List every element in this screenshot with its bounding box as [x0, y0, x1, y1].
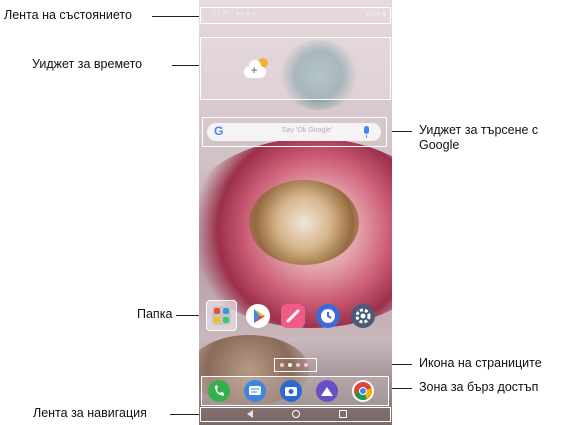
callout-google-search-line1: Уиджет за търсене с [419, 123, 539, 137]
callout-page-icon: Икона на страниците [419, 356, 542, 370]
callout-status-bar: Лента на състоянието [4, 8, 132, 22]
battery-icon: ▮ [382, 12, 386, 18]
callout-folder: Папка [137, 307, 173, 321]
folder[interactable] [206, 300, 237, 331]
phone-screen: 12:30 ● ▪ ▲ ▪ 100% ▮ + G Say 'Ok Google' [199, 0, 392, 425]
google-logo-icon: G [214, 124, 224, 138]
home-icon[interactable] [292, 410, 300, 418]
callout-navigation-bar: Лента за навигация [33, 406, 147, 420]
microphone-icon[interactable] [364, 126, 369, 138]
status-time: 12:30 [213, 11, 230, 17]
search-placeholder: Say 'Ok Google' [282, 127, 333, 134]
settings-icon[interactable] [351, 304, 375, 328]
battery-percent: 100% [365, 12, 382, 18]
play-store-icon[interactable] [246, 304, 270, 328]
navigation-bar [200, 407, 391, 422]
add-weather-icon: + [251, 65, 258, 77]
page-dot [288, 363, 292, 367]
callout-quick-access: Зона за бърз достъп [419, 380, 539, 394]
gallery-icon[interactable] [316, 380, 338, 402]
recent-apps-icon[interactable] [339, 410, 347, 418]
notes-icon[interactable] [281, 304, 305, 328]
page-dot [296, 363, 300, 367]
notification-icons: ● ▪ ▲ ▪ [236, 11, 255, 17]
phone-icon[interactable] [208, 380, 230, 402]
page-indicator[interactable] [274, 358, 317, 372]
battery-indicator: 100% ▮ [366, 11, 386, 18]
messages-icon[interactable] [244, 380, 266, 402]
clock-icon[interactable] [316, 304, 340, 328]
callout-weather-widget: Уиджет за времето [32, 57, 143, 71]
page-dot [304, 363, 308, 367]
callout-line-quick-access [390, 388, 412, 389]
folder-icon [212, 306, 231, 325]
home-app-row [199, 300, 392, 332]
camera-icon[interactable] [280, 380, 302, 402]
search-bar[interactable]: G Say 'Ok Google' [207, 123, 381, 141]
callout-line-navigation-bar [170, 414, 200, 415]
back-icon[interactable] [247, 410, 253, 418]
weather-widget[interactable]: + [200, 37, 391, 100]
callout-line-status-bar [152, 16, 200, 17]
page-dot [280, 363, 284, 367]
wallpaper-shape [249, 180, 359, 265]
quick-access-dock [201, 376, 389, 406]
chrome-icon[interactable] [352, 380, 374, 402]
callout-line-google-search [390, 131, 412, 132]
callout-line-weather-widget [172, 65, 200, 66]
callout-google-search-line2: Google [419, 138, 460, 152]
status-bar: 12:30 ● ▪ ▲ ▪ 100% ▮ [200, 7, 391, 24]
google-search-widget[interactable]: G Say 'Ok Google' [202, 117, 387, 147]
